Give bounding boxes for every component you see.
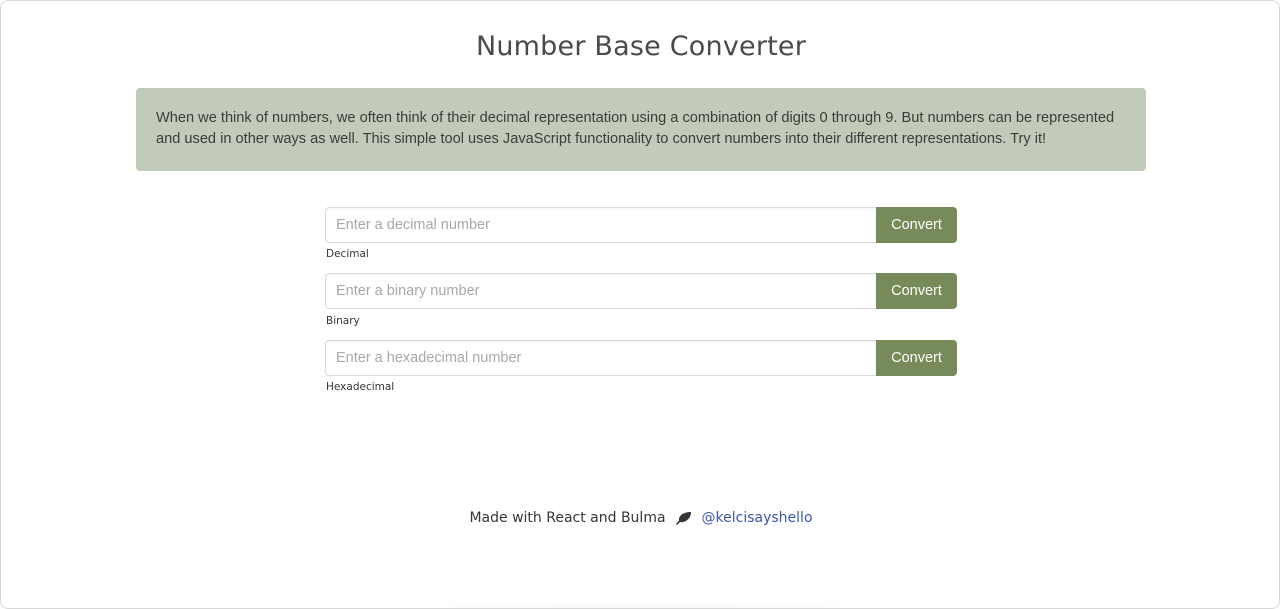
decimal-converter: Convert — [325, 207, 957, 243]
binary-converter: Convert — [325, 273, 957, 309]
author-link[interactable]: @kelcisayshello — [702, 510, 813, 526]
page-title: Number Base Converter — [475, 31, 807, 62]
binary-convert-button[interactable]: Convert — [876, 273, 957, 309]
decimal-input[interactable] — [325, 207, 876, 243]
hexadecimal-convert-button[interactable]: Convert — [876, 340, 957, 376]
intro-text: When we think of numbers, we often think… — [156, 110, 1115, 147]
hexadecimal-input[interactable] — [325, 340, 876, 376]
hexadecimal-converter: Convert — [325, 340, 957, 376]
decimal-help-label: Decimal — [326, 248, 369, 260]
decimal-convert-button[interactable]: Convert — [876, 207, 957, 243]
intro-notification: When we think of numbers, we often think… — [136, 88, 1146, 171]
app-window: Number Base Converter When we think of n… — [0, 0, 1280, 609]
leaf-icon — [675, 511, 692, 525]
bottom-shadow — [331, 599, 951, 608]
footer-text: Made with React and Bulma — [469, 510, 666, 526]
binary-help-label: Binary — [326, 315, 360, 327]
footer: Made with React and Bulma @kelcisayshell… — [1, 510, 1279, 526]
binary-input[interactable] — [325, 273, 876, 309]
hexadecimal-help-label: Hexadecimal — [326, 381, 395, 393]
